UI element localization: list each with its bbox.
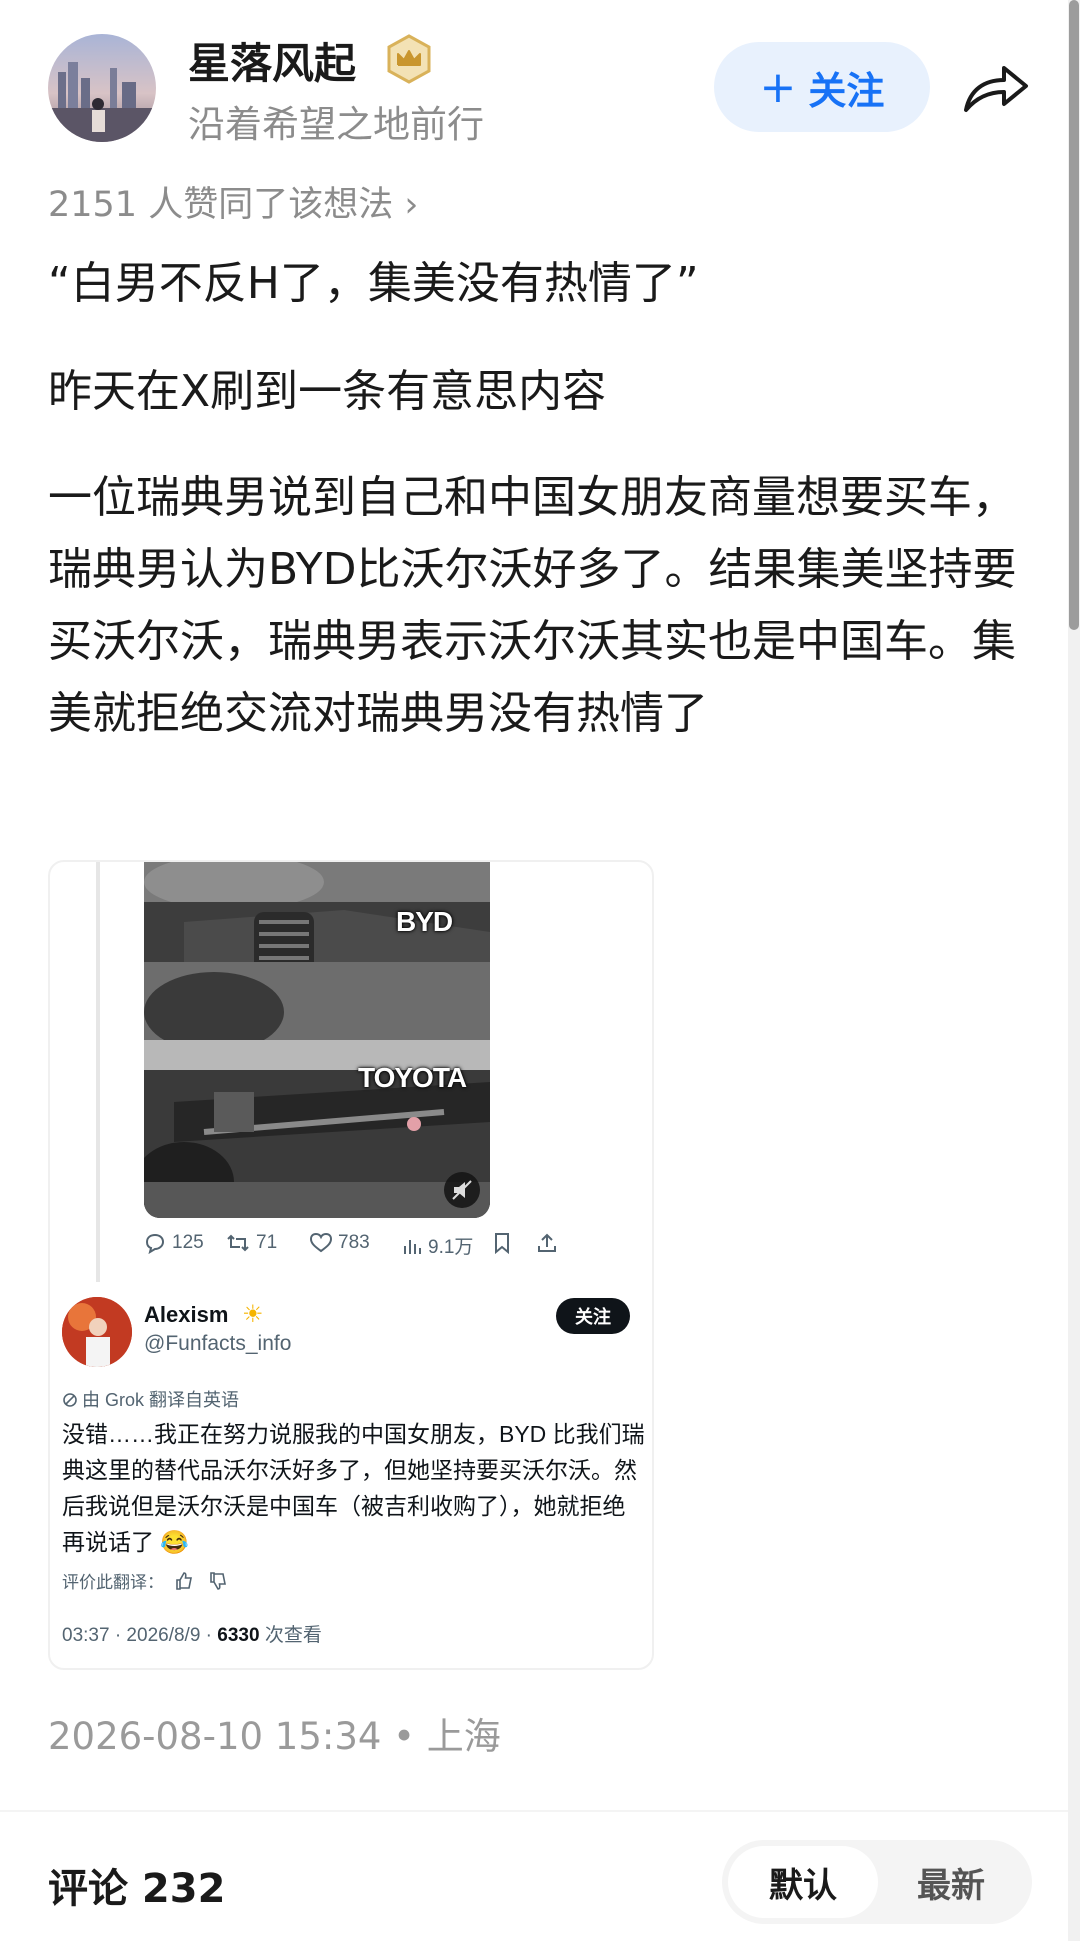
retweet-icon <box>227 1234 249 1252</box>
retweet-count: 71 <box>256 1232 278 1253</box>
tweet-meta: 03:37 · 2026/8/9 · 6330 次查看 <box>62 1620 322 1647</box>
tweet-time: 03:37 · 2026/8/9 · <box>62 1625 218 1646</box>
like-action[interactable]: 783 <box>310 1232 370 1254</box>
upload-action[interactable] <box>536 1232 564 1254</box>
tweet-view-count: 6330 <box>217 1625 260 1646</box>
views-action[interactable]: 9.1万 <box>402 1232 473 1259</box>
tweet-body: 没错……我正在努力说服我的中国女朋友，BYD 比我们瑞典这里的替代品沃尔沃好多了… <box>62 1421 645 1555</box>
post-time: 2026-08-10 15:34 • 上海 <box>48 1715 501 1758</box>
follow-button[interactable]: + 关注 <box>714 42 930 132</box>
thread-line <box>96 862 100 1282</box>
badge-icon <box>387 34 431 84</box>
follow-label: 关注 <box>808 68 885 113</box>
retweet-action[interactable]: 71 <box>226 1232 277 1254</box>
scrollbar[interactable] <box>1068 0 1080 1941</box>
video-thumbnail[interactable]: BYD TOYOTA <box>144 862 490 1218</box>
mute-icon[interactable] <box>444 1172 480 1208</box>
comments-title: 评论 232 <box>48 1866 226 1912</box>
author-name[interactable]: 星落风起 <box>188 30 356 91</box>
sort-latest-tab[interactable]: 最新 <box>876 1846 1026 1918</box>
embedded-screenshot[interactable]: BYD TOYOTA 125 71 783 9.1万 Alexism ☀ @Fu… <box>48 860 654 1670</box>
comment-sort-toggle: 默认 最新 <box>722 1840 1032 1924</box>
tweet-follow-button[interactable]: 关注 <box>556 1298 630 1334</box>
like-count: 783 <box>338 1232 370 1253</box>
tweet-actions: 125 71 783 9.1万 <box>144 1232 644 1272</box>
thumb-up-icon[interactable] <box>174 1571 194 1591</box>
upload-icon <box>538 1233 556 1252</box>
tweet-author-name[interactable]: Alexism <box>144 1302 228 1328</box>
rate-translation: 评价此翻译： <box>62 1568 228 1593</box>
translation-note-text: 由 Grok 翻译自英语 <box>82 1390 240 1410</box>
like-icon <box>310 1233 332 1253</box>
reply-action[interactable]: 125 <box>144 1232 204 1254</box>
tweet-author-avatar[interactable] <box>62 1297 132 1367</box>
video-label-byd: BYD <box>396 906 453 937</box>
divider <box>0 1810 1068 1812</box>
author-signature: 沿着希望之地前行 <box>188 103 484 146</box>
share-icon[interactable] <box>960 60 1030 116</box>
scrollbar-thumb[interactable] <box>1069 0 1079 630</box>
tweet-author-handle[interactable]: @Funfacts_info <box>144 1332 291 1356</box>
likes-link[interactable]: 2151 人赞同了该想法 › <box>48 176 418 227</box>
views-icon <box>404 1239 421 1254</box>
sort-default-tab[interactable]: 默认 <box>728 1846 878 1918</box>
post-paragraph: 一位瑞典男说到自己和中国女朋友商量想要买车，瑞典男认为BYD比沃尔沃好多了。结果… <box>48 472 1017 739</box>
tweet-view-suffix: 次查看 <box>259 1625 322 1646</box>
reply-count: 125 <box>172 1232 204 1253</box>
bookmark-icon <box>495 1233 509 1254</box>
reply-icon <box>145 1233 165 1254</box>
views-count: 9.1万 <box>428 1237 474 1258</box>
rate-label: 评价此翻译： <box>62 1573 164 1592</box>
video-label-toyota: TOYOTA <box>358 1062 467 1093</box>
post-paragraph: “白男不反H了，集美没有热情了” <box>48 258 699 309</box>
thumb-down-icon[interactable] <box>208 1571 228 1591</box>
translation-note: 由 Grok 翻译自英语 <box>62 1386 239 1412</box>
bookmark-action[interactable] <box>492 1232 518 1254</box>
translate-icon <box>63 1393 77 1407</box>
plus-icon: + <box>759 61 797 113</box>
sun-emoji: ☀ <box>242 1301 264 1328</box>
post-paragraph: 昨天在X刷到一条有意思内容 <box>48 366 607 417</box>
author-avatar[interactable] <box>48 34 156 142</box>
